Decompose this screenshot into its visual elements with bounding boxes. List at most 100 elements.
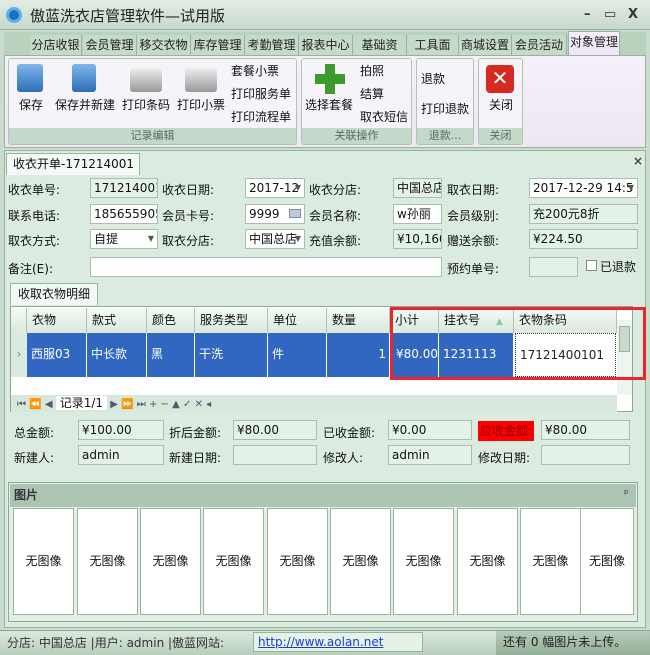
print-receipt-button[interactable]: 打印小票	[175, 62, 227, 114]
refunded-checkbox[interactable]	[586, 260, 597, 271]
nav-post-icon[interactable]: ✓	[183, 399, 191, 410]
received-field[interactable]: ¥0.00	[388, 420, 472, 440]
phone-field[interactable]: 185655905	[90, 204, 158, 224]
save-and-new-button[interactable]: 保存并新建	[54, 62, 116, 114]
nav-last-icon[interactable]: ⏭	[137, 399, 146, 410]
tab-member[interactable]: 会员管理	[83, 35, 137, 55]
tab-detail[interactable]: 收取衣物明细	[10, 283, 98, 305]
picture-slot[interactable]: 无图像	[457, 508, 518, 615]
col-header-qty[interactable]: 数量	[327, 308, 390, 333]
card-field[interactable]: 9999	[245, 204, 305, 224]
picture-slot[interactable]: 无图像	[520, 508, 581, 615]
website-link[interactable]: http://www.aolan.net	[253, 632, 423, 652]
col-header-color[interactable]: 颜色	[147, 308, 195, 333]
select-package-button[interactable]: 选择套餐	[303, 62, 355, 114]
pickup-method-label: 取衣方式:	[8, 234, 61, 248]
created-field[interactable]	[233, 445, 317, 465]
close-window-button[interactable]: X	[628, 7, 638, 22]
recv-date-select[interactable]: 2017-12 ▼	[245, 178, 305, 198]
nav-prev-icon[interactable]: ◀	[45, 399, 53, 410]
cell-qty[interactable]: 1	[327, 333, 390, 377]
nav-next-icon[interactable]: ▶	[110, 399, 118, 410]
tab-reports[interactable]: 报表中心	[299, 35, 353, 55]
order-no-field[interactable]: 171214001	[90, 178, 158, 198]
tab-mall[interactable]: 商城设置	[459, 35, 512, 55]
pickup-method-select[interactable]: 自提 ▼	[90, 229, 158, 249]
package-receipt-button[interactable]: 套餐小票	[231, 62, 279, 79]
picture-slot[interactable]: 无图像	[267, 508, 328, 615]
tab-activities[interactable]: 会员活动	[512, 35, 567, 55]
total-field[interactable]: ¥100.00	[78, 420, 164, 440]
modifier-field[interactable]: admin	[388, 445, 472, 465]
print-refund-button[interactable]: 打印退款	[421, 100, 469, 117]
member-level-field[interactable]: 充200元8折	[529, 204, 638, 224]
picture-slot[interactable]: 无图像	[393, 508, 454, 615]
picture-slot[interactable]: 无图像	[580, 508, 634, 615]
nav-delete-icon[interactable]: −	[161, 399, 169, 410]
col-header-garment[interactable]: 衣物	[27, 308, 87, 333]
id-card-icon[interactable]	[289, 209, 301, 218]
tab-inventory[interactable]: 库存管理	[191, 35, 245, 55]
reserve-field[interactable]	[529, 257, 578, 277]
recv-store-field[interactable]: 中国总店	[393, 178, 442, 198]
note-field[interactable]	[90, 257, 442, 277]
picture-slot[interactable]: 无图像	[77, 508, 138, 615]
order-no-label: 收衣单号:	[8, 183, 61, 197]
h-scroll-left-icon[interactable]: ◂	[206, 399, 211, 410]
pickup-sms-button[interactable]: 取衣短信	[360, 108, 408, 125]
nav-first-icon[interactable]: ⏮	[17, 399, 26, 410]
close-button[interactable]: ✕ 关闭	[482, 62, 520, 114]
tab-transfer[interactable]: 移交衣物	[137, 35, 191, 55]
photo-button[interactable]: 拍照	[360, 62, 384, 79]
pickup-store-select[interactable]: 中国总店 ▼	[245, 229, 305, 249]
pickup-store-label: 取衣分店:	[162, 234, 215, 248]
nav-add-icon[interactable]: +	[149, 399, 157, 410]
nav-cancel-icon[interactable]: ✕	[195, 399, 203, 410]
picture-slot[interactable]: 无图像	[13, 508, 74, 615]
due-field[interactable]: ¥80.00	[541, 420, 630, 440]
pickup-date-select[interactable]: 2017-12-29 14:5 ▼	[529, 178, 638, 198]
picture-slot[interactable]: 无图像	[140, 508, 201, 615]
nav-next-page-icon[interactable]: ⏩	[121, 399, 133, 410]
save-button[interactable]: 保存	[14, 62, 48, 114]
picture-slot[interactable]: 无图像	[203, 508, 264, 615]
save-new-label: 保存并新建	[54, 98, 115, 112]
tab-basic[interactable]: 基础资	[353, 35, 407, 55]
tab-object-management[interactable]: 对象管理	[568, 31, 620, 56]
tab-tools[interactable]: 工具面	[407, 35, 459, 55]
recharge-field[interactable]: ¥10,160	[393, 229, 442, 249]
upload-status: 还有 0 幅图片未上传。	[496, 631, 650, 655]
recharge-label: 充值余额:	[309, 234, 362, 248]
cell-style[interactable]: 中长款	[87, 333, 147, 377]
settle-button[interactable]: 结算	[360, 85, 384, 102]
picture-slot[interactable]: 无图像	[330, 508, 391, 615]
reserve-label: 预约单号:	[447, 262, 500, 276]
member-name-field[interactable]: w孙丽	[393, 204, 442, 224]
modified-field[interactable]	[541, 445, 630, 465]
cell-service[interactable]: 干洗	[195, 333, 268, 377]
tab-attendance[interactable]: 考勤管理	[245, 35, 299, 55]
pin-icon[interactable]: ᵖ	[624, 487, 629, 500]
col-header-style[interactable]: 款式	[87, 308, 147, 333]
discount-field[interactable]: ¥80.00	[233, 420, 317, 440]
nav-edit-icon[interactable]: ▲	[172, 399, 180, 410]
cell-unit[interactable]: 件	[268, 333, 327, 377]
col-header-unit[interactable]: 单位	[268, 308, 327, 333]
doc-tab-order[interactable]: 收衣开单-171214001	[6, 153, 140, 175]
col-header-service[interactable]: 服务类型	[195, 308, 268, 333]
creator-field[interactable]: admin	[78, 445, 164, 465]
maximize-button[interactable]: ▭	[604, 7, 616, 22]
print-flow-button[interactable]: 打印流程单	[231, 108, 291, 125]
due-label: 应收金额:	[478, 421, 535, 441]
print-barcode-button[interactable]: 打印条码	[120, 62, 172, 114]
gift-field[interactable]: ¥224.50	[529, 229, 638, 249]
nav-prev-page-icon[interactable]: ⏪	[29, 399, 41, 410]
print-service-button[interactable]: 打印服务单	[231, 85, 291, 102]
minimize-button[interactable]: –	[584, 7, 591, 22]
close-doc-icon[interactable]: ×	[633, 154, 643, 168]
refund-button[interactable]: 退款	[421, 70, 445, 87]
creator-label: 新建人:	[14, 451, 55, 465]
tab-branch-cashier[interactable]: 分店收银	[30, 35, 82, 55]
cell-garment[interactable]: 西服03	[27, 333, 87, 377]
cell-color[interactable]: 黑	[147, 333, 195, 377]
